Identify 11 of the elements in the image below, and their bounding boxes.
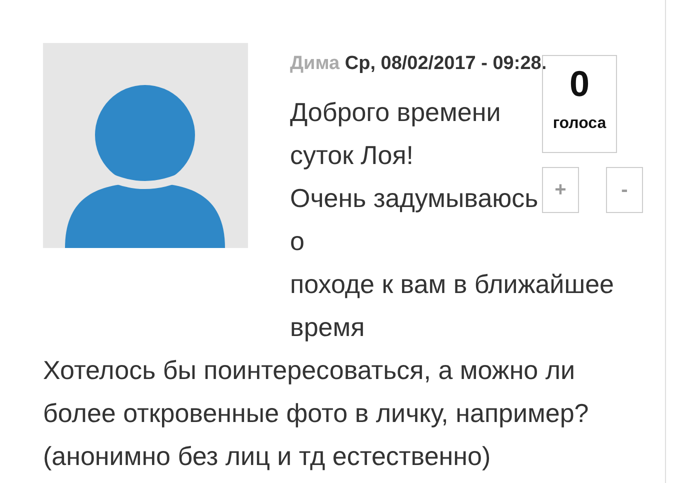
avatar-icon xyxy=(43,43,248,248)
author-name[interactable]: Дима xyxy=(290,53,340,74)
comment-text: Хотелось бы поинтересоваться, а можно ли более откровенные фото в личку, например? xyxy=(43,354,590,430)
vote-count: 0 xyxy=(569,64,590,104)
vote-button[interactable]: - xyxy=(606,167,643,213)
comment-text: походе к вам в ближайшее время xyxy=(289,268,615,344)
comment-date: Ср, 08/02/2017 - 09:28. xyxy=(344,53,547,74)
comment-text: (анонимно без лиц и тд естественно) xyxy=(43,440,492,473)
vote-label: голоса xyxy=(552,114,606,134)
comment-text: Доброго времени суток Лоя! xyxy=(290,96,502,172)
vote-button[interactable]: + xyxy=(542,167,579,213)
